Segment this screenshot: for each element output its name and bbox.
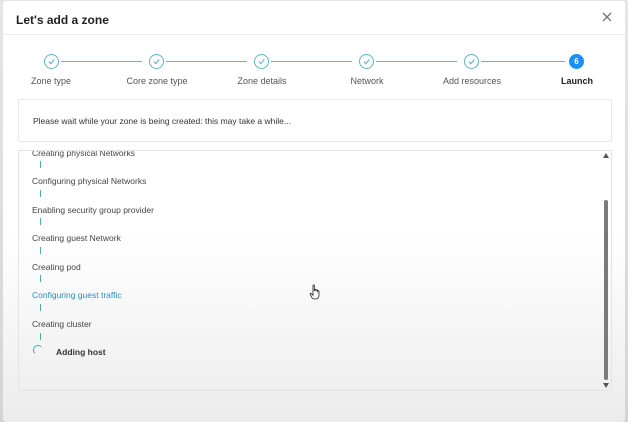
step-add-resources[interactable] [464,54,479,69]
log-item: Creating guest Network [32,233,121,243]
scroll-up-arrow-icon[interactable] [603,153,609,158]
modal-header: Let's add a zone [3,1,625,35]
log-connector [40,218,41,225]
log-item: Creating physical Networks [32,150,135,158]
step-zone-details[interactable] [254,54,269,69]
step-connector [61,61,142,62]
log-connector [40,304,41,311]
check-icon [258,59,265,65]
close-button[interactable] [600,10,614,24]
step-connector [166,61,247,62]
step-connector [376,61,457,62]
check-icon [153,59,160,65]
check-icon [48,59,55,65]
step-connector [481,61,565,62]
info-box: Please wait while your zone is being cre… [18,99,612,142]
log-scrollbar[interactable] [602,151,611,390]
step-connector [271,61,352,62]
log-item-highlighted: Configuring guest traffic [32,290,122,300]
scroll-down-arrow-icon[interactable] [603,383,609,388]
check-icon [363,59,370,65]
step-label-launch: Launch [560,76,594,86]
log-item-current: Adding host [56,347,106,357]
log-item: Configuring physical Networks [32,176,147,186]
hand-cursor-icon [309,284,320,300]
step-label-zone-type: Zone type [30,76,72,86]
close-icon [602,12,612,22]
log-item: Enabling security group provider [32,205,154,215]
step-network[interactable] [359,54,374,69]
step-label-zone-details: Zone details [237,76,287,86]
log-item: Creating cluster [32,319,92,329]
modal-title: Let's add a zone [16,13,109,27]
check-icon [468,59,475,65]
log-connector [40,275,41,282]
progress-log[interactable]: Creating physical Networks Configuring p… [18,150,612,391]
log-item: Creating pod [32,262,81,272]
info-message: Please wait while your zone is being cre… [33,116,291,126]
scroll-thumb[interactable] [604,200,608,380]
step-label-network: Network [350,76,384,86]
log-connector [40,161,41,168]
log-connector [40,190,41,197]
log-connector [40,247,41,254]
step-core-zone-type[interactable] [149,54,164,69]
step-zone-type[interactable] [44,54,59,69]
wizard-steps: 6 Zone type Core zone type Zone details … [3,51,625,91]
step-label-add-resources: Add resources [442,76,502,86]
add-zone-modal: Let's add a zone 6 Zone type Core zone t… [3,1,625,422]
loading-spinner-icon [33,345,43,355]
step-label-core-zone-type: Core zone type [126,76,188,86]
step-launch[interactable]: 6 [569,54,584,69]
log-connector [40,333,41,340]
